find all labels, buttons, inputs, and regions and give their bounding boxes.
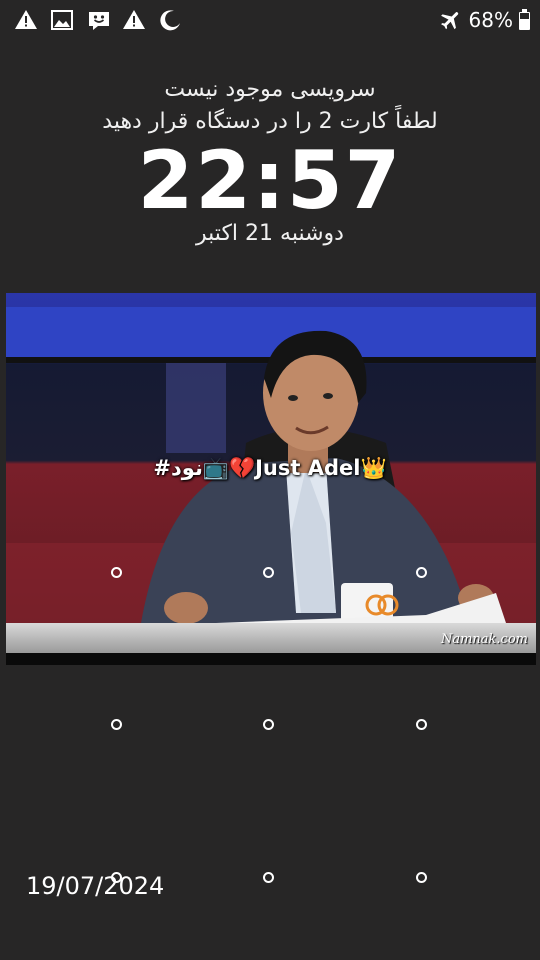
status-bar: 68% [0, 0, 540, 40]
watermark: Namnak.com [440, 632, 528, 647]
carrier-status-line1: سرویسی موجود نیست [164, 77, 376, 102]
date: دوشنبه 21 اکتبر [196, 221, 344, 246]
warning-icon [14, 8, 38, 32]
battery-icon [519, 9, 532, 31]
smiley-icon [86, 8, 110, 32]
image-icon [50, 8, 74, 32]
pattern-dot-8[interactable] [263, 872, 274, 883]
moon-icon [158, 8, 182, 32]
pattern-dot-5[interactable] [263, 719, 274, 730]
pattern-dot-9[interactable] [416, 872, 427, 883]
lock-info: سرویسی موجود نیست لطفاً کارت 2 را در دست… [0, 74, 540, 248]
pattern-dot-3[interactable] [416, 567, 427, 578]
battery-percent: 68% [468, 8, 513, 32]
pattern-dot-4[interactable] [111, 719, 122, 730]
pattern-dot-2[interactable] [263, 567, 274, 578]
pattern-dot-1[interactable] [111, 567, 122, 578]
clock: 22:57 [137, 134, 403, 227]
pattern-dot-6[interactable] [416, 719, 427, 730]
owner-info-text: #نود📺💔Just Adel👑 [153, 456, 387, 480]
photo-timestamp: 19/07/2024 [26, 872, 165, 900]
airplane-icon [439, 8, 463, 32]
warning-icon [122, 8, 146, 32]
